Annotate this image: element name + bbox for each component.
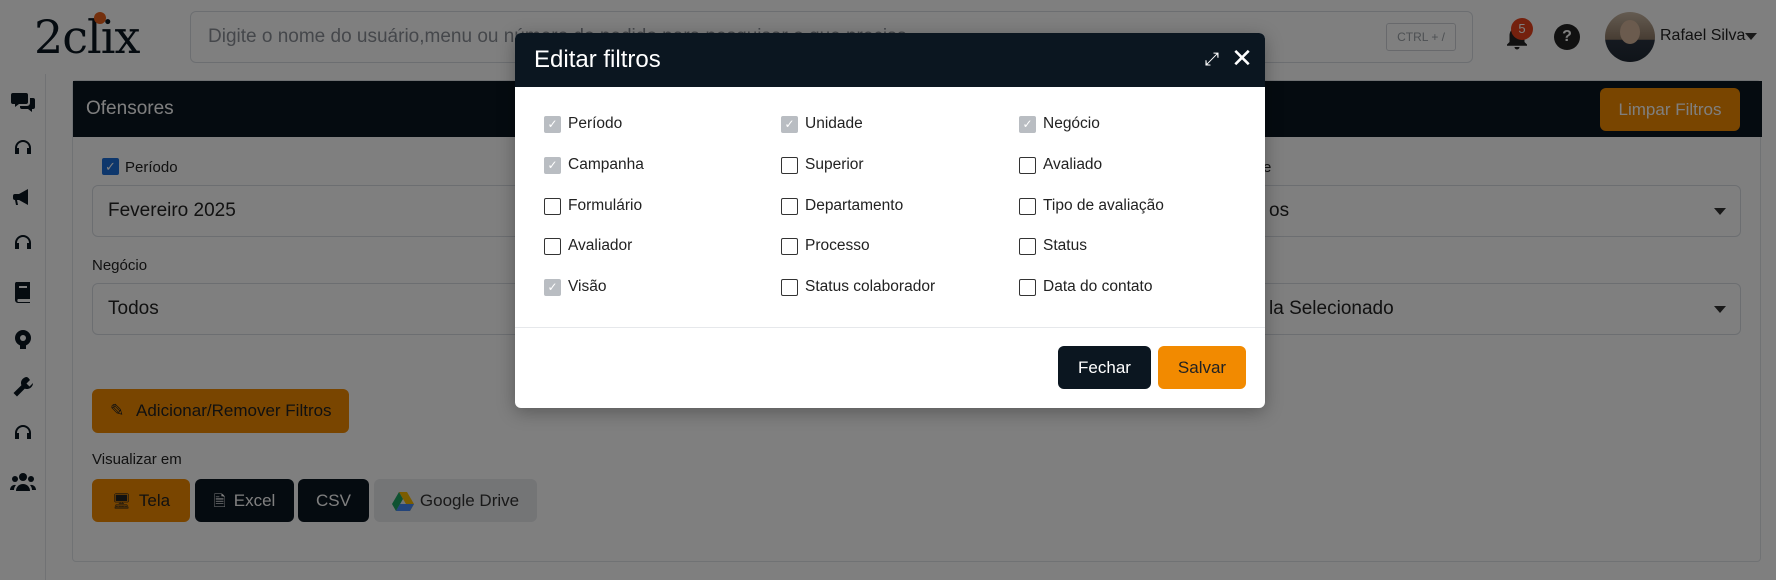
checkbox[interactable] [1019,237,1036,255]
filter-option-departamento[interactable]: Departamento [781,194,903,218]
modal-title: Editar filtros [534,46,661,73]
filter-option-avaliado[interactable]: Avaliado [1019,153,1102,177]
filter-option-label: Data do contato [1043,278,1153,295]
expand-icon[interactable]: ⤢ [1201,48,1223,70]
filter-option-status[interactable]: Status [1019,234,1087,258]
modal-header: Editar filtros ⤢ ✕ [515,33,1265,87]
filter-option-label: Período [568,115,623,132]
divider [515,327,1265,328]
filter-option-formulario[interactable]: Formulário [544,194,642,218]
filter-option-label: Unidade [805,115,863,132]
edit-filters-modal: Editar filtros ⤢ ✕ ✓ Período ✓ Unidade ✓ Ne… [515,33,1265,408]
checkbox[interactable]: ✓ [544,115,561,133]
filter-option-campanha[interactable]: ✓ Campanha [544,153,644,177]
checkbox[interactable] [1019,197,1036,215]
filter-option-avaliador[interactable]: Avaliador [544,234,632,258]
checkbox[interactable] [781,156,798,174]
filter-option-negocio[interactable]: ✓ Negócio [1019,112,1100,136]
checkbox[interactable]: ✓ [544,156,561,174]
filter-option-data-contato[interactable]: Data do contato [1019,275,1152,299]
filter-option-superior[interactable]: Superior [781,153,864,177]
checkbox[interactable] [544,197,561,215]
filter-option-label: Superior [805,156,864,173]
filter-option-label: Processo [805,237,870,254]
filter-option-label: Departamento [805,197,904,214]
filter-option-tipo-avaliacao[interactable]: Tipo de avaliação [1019,194,1164,218]
checkbox[interactable]: ✓ [544,278,561,296]
filter-option-label: Formulário [568,197,643,214]
filter-option-label: Visão [568,278,607,295]
filter-option-visao[interactable]: ✓ Visão [544,275,607,299]
filter-option-unidade[interactable]: ✓ Unidade [781,112,863,136]
filter-option-label: Negócio [1043,115,1100,132]
checkbox[interactable] [1019,156,1036,174]
filter-options-grid: ✓ Período ✓ Unidade ✓ Negócio ✓ Campanha Sup… [544,112,1244,332]
filter-option-label: Status [1043,237,1087,254]
save-button[interactable]: Salvar [1158,346,1246,389]
filter-option-processo[interactable]: Processo [781,234,870,258]
checkbox[interactable] [781,278,798,296]
filter-option-label: Avaliado [1043,156,1103,173]
checkbox[interactable]: ✓ [1019,115,1036,133]
checkbox[interactable] [1019,278,1036,296]
close-icon[interactable]: ✕ [1229,45,1255,71]
checkbox[interactable] [781,197,798,215]
close-button[interactable]: Fechar [1058,346,1151,389]
checkbox[interactable] [781,237,798,255]
filter-option-status-colaborador[interactable]: Status colaborador [781,275,935,299]
filter-option-label: Tipo de avaliação [1043,197,1164,214]
filter-option-label: Status colaborador [805,278,936,295]
filter-option-label: Campanha [568,156,644,173]
filter-option-periodo[interactable]: ✓ Período [544,112,622,136]
checkbox[interactable]: ✓ [781,115,798,133]
checkbox[interactable] [544,237,561,255]
filter-option-label: Avaliador [568,237,633,254]
